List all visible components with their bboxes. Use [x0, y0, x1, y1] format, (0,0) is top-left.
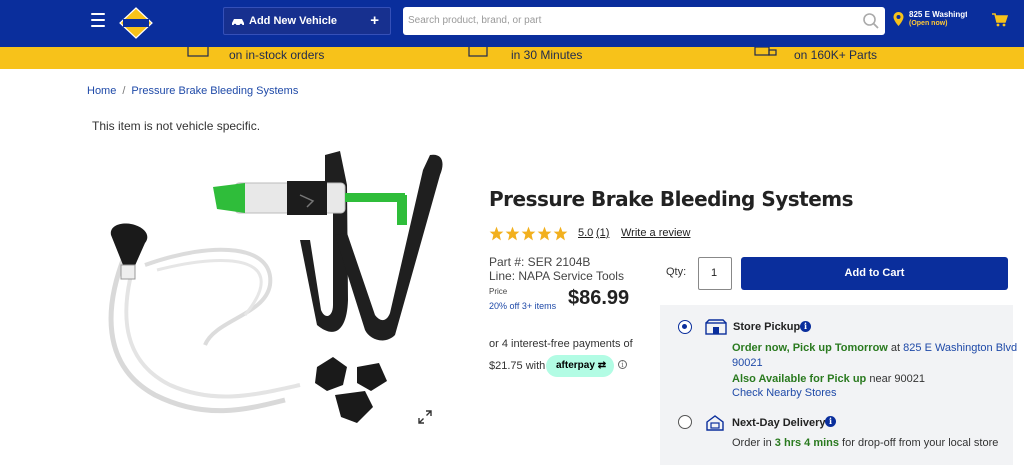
qty-label: Qty: — [666, 266, 687, 278]
pickup-also-available: Also Available for Pick up near 90021 — [732, 373, 925, 385]
product-image[interactable] — [95, 145, 455, 445]
napa-logo[interactable] — [118, 7, 154, 39]
vehicle-fit-note: This item is not vehicle specific. — [92, 119, 261, 133]
add-to-cart-button[interactable]: Add to Cart — [741, 257, 1008, 290]
info-icon[interactable]: i — [800, 321, 811, 332]
promo-item: on in-stock orders — [229, 48, 325, 62]
clock-icon — [468, 47, 488, 57]
pickup-eta-text: Order now, Pick up Tomorrow — [732, 342, 888, 354]
search-input[interactable]: Search product, brand, or part — [403, 7, 885, 35]
quantity-input[interactable]: 1 — [698, 257, 732, 290]
store-address: 825 E Washingto — [909, 10, 967, 19]
dropoff-text: for drop-off from your local store — [839, 437, 999, 449]
info-icon[interactable]: i — [825, 416, 836, 427]
cart-icon[interactable] — [992, 13, 1008, 27]
review-count[interactable]: (1) — [596, 227, 609, 239]
car-icon — [232, 19, 244, 26]
star-icon — [505, 226, 520, 241]
promo-item: on 160K+ Parts — [794, 48, 878, 62]
product-price: $86.99 — [568, 287, 630, 309]
also-available-text: Also Available for Pick up — [732, 373, 867, 385]
installments-text: or 4 interest-free payments of — [489, 338, 633, 350]
part-number: Part #: SER 2104B — [489, 255, 591, 269]
search-icon[interactable] — [862, 12, 880, 30]
product-line: Line: NAPA Service Tools — [489, 269, 624, 283]
breadcrumb: Home / Pressure Brake Bleeding Systems — [87, 85, 298, 97]
pickup-at-text: at — [887, 342, 904, 354]
delivery-icon — [706, 415, 724, 431]
star-icon — [537, 226, 552, 241]
pickup-store-link[interactable]: 825 E Washington Blvd — [903, 342, 1017, 354]
price-label: Price — [489, 287, 508, 296]
promo-banner: on in-stock orders in 30 Minutes on 160K… — [0, 47, 1024, 69]
star-icon — [553, 226, 568, 241]
next-day-title: Next-Day Delivery — [732, 417, 826, 429]
add-vehicle-button[interactable]: Add New Vehicle + — [223, 7, 391, 35]
afterpay-label: afterpay — [556, 360, 595, 371]
plus-icon: + — [370, 12, 379, 29]
afterpay-arrows-icon: ⇄ — [597, 360, 607, 371]
rating-value[interactable]: 5.0 — [578, 227, 593, 239]
discount-link[interactable]: 20% off 3+ items — [489, 301, 556, 311]
search-placeholder: Search product, brand, or part — [408, 15, 542, 26]
star-icon — [489, 226, 504, 241]
store-pickup-radio[interactable] — [678, 320, 692, 334]
fulfillment-panel: Store Pickup i Order now, Pick up Tomorr… — [660, 305, 1017, 465]
product-title: Pressure Brake Bleeding Systems — [489, 187, 854, 211]
next-day-radio[interactable] — [678, 415, 692, 429]
installment-amount: $21.75 with — [489, 360, 546, 372]
star-icon — [521, 226, 536, 241]
store-icon — [187, 47, 209, 57]
store-pickup-title: Store Pickup — [733, 321, 801, 333]
near-zip-text: near 90021 — [866, 373, 925, 385]
countdown-time: 3 hrs 4 mins — [774, 437, 839, 449]
top-navigation-bar: Add New Vehicle + Search product, brand,… — [0, 0, 1024, 47]
order-in-text: Order in — [732, 437, 775, 449]
promo-item: in 30 Minutes — [511, 48, 583, 62]
breadcrumb-home[interactable]: Home — [87, 85, 116, 97]
rating-stars[interactable] — [489, 226, 568, 241]
breadcrumb-separator: / — [122, 85, 126, 97]
pickup-store-zip[interactable]: 90021 — [732, 357, 763, 369]
afterpay-badge[interactable]: afterpay ⇄ — [546, 355, 614, 377]
breadcrumb-current[interactable]: Pressure Brake Bleeding Systems — [131, 85, 298, 97]
zoom-icon[interactable] — [418, 410, 432, 424]
add-vehicle-label: Add New Vehicle — [249, 15, 338, 27]
write-review-link[interactable]: Write a review — [621, 227, 690, 239]
pickup-eta: Order now, Pick up Tomorrow at 825 E Was… — [732, 342, 1017, 354]
store-icon — [705, 319, 727, 335]
next-day-eta: Order in 3 hrs 4 mins for drop-off from … — [732, 437, 998, 449]
menu-icon[interactable] — [91, 13, 105, 29]
location-pin-icon — [893, 12, 904, 26]
truck-icon — [754, 47, 777, 56]
store-status: (Open now) — [909, 20, 948, 27]
info-icon[interactable]: i — [618, 360, 627, 369]
check-nearby-stores-link[interactable]: Check Nearby Stores — [732, 387, 837, 399]
